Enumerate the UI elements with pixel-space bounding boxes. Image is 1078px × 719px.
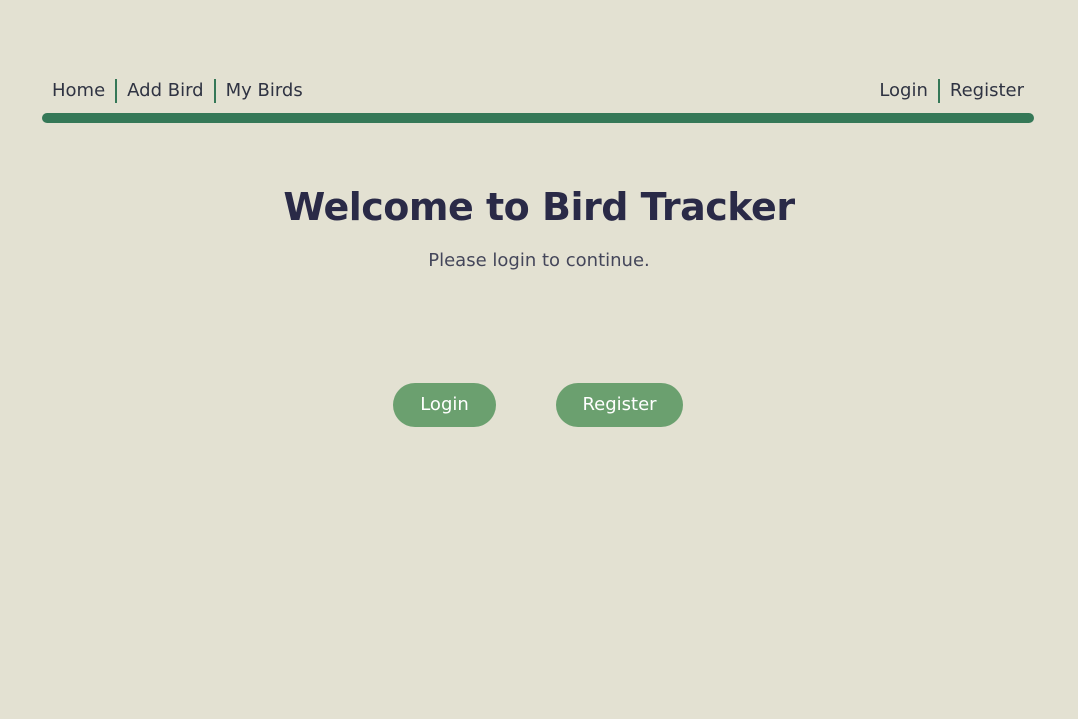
- auth-actions: Login Register: [0, 383, 1078, 427]
- register-button[interactable]: Register: [556, 383, 683, 427]
- nav-underline-bar: [42, 113, 1034, 123]
- top-navbar: Home Add Bird My Birds Login Register: [42, 76, 1034, 124]
- login-button[interactable]: Login: [393, 383, 496, 427]
- page-title: Welcome to Bird Tracker: [283, 185, 795, 229]
- nav-left-group: Home Add Bird My Birds: [42, 76, 313, 106]
- nav-right-group: Login Register: [869, 76, 1034, 106]
- nav-link-add-bird[interactable]: Add Bird: [117, 76, 213, 106]
- hero-section: Welcome to Bird Tracker Please login to …: [0, 183, 1078, 273]
- page-subtitle: Please login to continue.: [428, 250, 650, 271]
- nav-link-login[interactable]: Login: [869, 76, 938, 106]
- nav-link-home[interactable]: Home: [42, 76, 115, 106]
- page: Home Add Bird My Birds Login Register We…: [0, 0, 1078, 719]
- nav-link-register[interactable]: Register: [940, 76, 1034, 106]
- nav-link-my-birds[interactable]: My Birds: [216, 76, 313, 106]
